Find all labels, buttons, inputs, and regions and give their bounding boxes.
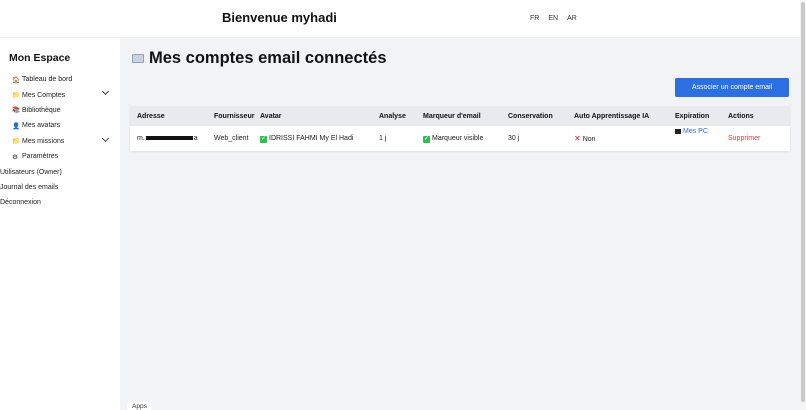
- column-header: Marqueur d'email: [416, 106, 501, 126]
- lang-ar[interactable]: AR: [567, 15, 577, 22]
- column-header: Avatar: [253, 106, 372, 126]
- sidebar-item-label: Mes missions: [22, 137, 65, 145]
- column-header: Auto Apprentissage IA: [567, 106, 668, 126]
- redacted-text: [145, 136, 193, 141]
- column-header: Actions: [721, 106, 790, 126]
- sidebar-item-dashboard[interactable]: 🏠 Tableau de bord: [12, 72, 120, 87]
- welcome-title: Bienvenue myhadi: [222, 10, 337, 25]
- column-header: Fournisseur: [207, 106, 254, 126]
- sidebar-item-label: Déconnexion: [0, 199, 41, 207]
- chevron-down-icon[interactable]: [101, 134, 110, 142]
- folder-icon: 📁: [12, 138, 21, 146]
- sidebar: Mon Espace 🏠 Tableau de bord 📁 Mes Compt…: [0, 38, 120, 410]
- sidebar-item-library[interactable]: 📚 Bibliothèque: [12, 103, 120, 118]
- sidebar-item-avatars[interactable]: 👤 Mes avatars: [12, 118, 120, 133]
- page-title: Mes comptes email connectés: [132, 49, 387, 68]
- email-accounts-icon: [132, 54, 144, 63]
- check-icon: ✓: [423, 135, 430, 143]
- table-row: m. a Web_client ✓ IDRISSI FAHMI My El Hadi…: [130, 126, 790, 151]
- computer-icon: [675, 128, 681, 134]
- folder-icon: 📁: [12, 92, 21, 100]
- sidebar-menu: 🏠 Tableau de bord 📁 Mes Comptes 📚 Biblio…: [0, 72, 120, 211]
- page-title-text: Mes comptes email connectés: [149, 49, 387, 67]
- table-header-row: Adresse Fournisseur Avatar Analyse Marqu…: [130, 106, 790, 126]
- sidebar-item-accounts[interactable]: 📁 Mes Comptes: [12, 87, 120, 102]
- sidebar-item-label: Mes Comptes: [22, 91, 66, 99]
- chevron-down-icon[interactable]: [101, 88, 110, 96]
- scrollbar-thumb[interactable]: [801, 2, 805, 402]
- check-icon: ✓: [260, 135, 267, 143]
- sidebar-item-label: Mes avatars: [22, 122, 61, 130]
- my-pc-link[interactable]: Mes PC: [675, 128, 708, 135]
- scrollbar[interactable]: [800, 0, 806, 410]
- sidebar-item-missions[interactable]: 📁 Mes missions: [12, 134, 120, 149]
- avatar-cell: ✓ IDRISSI FAHMI My El Hadi: [260, 134, 354, 143]
- language-switcher: FR EN AR: [530, 15, 577, 22]
- accounts-table: Adresse Fournisseur Avatar Analyse Marqu…: [130, 106, 790, 151]
- expiration-cell: Mes PC: [668, 126, 721, 151]
- retention-cell: 30 j: [508, 135, 520, 142]
- marker-cell: ✓ Marqueur visible: [423, 134, 484, 143]
- top-bar: Bienvenue myhadi FR EN AR: [0, 0, 806, 38]
- sidebar-item-settings[interactable]: ⚙ Paramètres: [12, 149, 120, 164]
- lang-fr[interactable]: FR: [530, 15, 539, 22]
- actions-cell: Supprimer: [721, 126, 790, 151]
- column-header: Analyse: [372, 106, 416, 126]
- sidebar-title: Mon Espace: [9, 52, 71, 64]
- sidebar-item-logout[interactable]: Déconnexion: [0, 195, 120, 210]
- main-content: Mes comptes email connectés Associer un …: [120, 38, 800, 410]
- sidebar-item-label: Utilisateurs (Owner): [0, 168, 62, 176]
- provider-cell: Web_client: [214, 135, 249, 142]
- cross-icon: ✕: [574, 134, 581, 143]
- user-icon: 👤: [12, 122, 21, 130]
- ai-learning-cell: ✕ Non: [574, 134, 596, 143]
- lang-en[interactable]: EN: [548, 15, 558, 22]
- sidebar-item-label: Paramètres: [22, 153, 59, 161]
- sidebar-item-label: Journal des emails: [0, 183, 59, 191]
- gear-icon: ⚙: [12, 153, 18, 161]
- associate-account-button[interactable]: Associer un compte email: [675, 78, 789, 97]
- dashboard-icon: 🏠: [12, 76, 21, 84]
- books-icon: 📚: [12, 107, 21, 115]
- column-header: Adresse: [130, 106, 207, 126]
- apps-tab[interactable]: Apps: [127, 402, 152, 410]
- sidebar-item-label: Tableau de bord: [22, 76, 73, 84]
- sidebar-item-label: Bibliothèque: [22, 106, 61, 114]
- delete-link[interactable]: Supprimer: [728, 135, 760, 142]
- analysis-cell: 1 j: [379, 135, 387, 142]
- sidebar-item-users[interactable]: Utilisateurs (Owner): [0, 164, 120, 179]
- address-cell: m. a: [137, 135, 198, 142]
- column-header: Expiration: [668, 106, 721, 126]
- column-header: Conservation: [501, 106, 567, 126]
- sidebar-item-email-log[interactable]: Journal des emails: [0, 180, 120, 195]
